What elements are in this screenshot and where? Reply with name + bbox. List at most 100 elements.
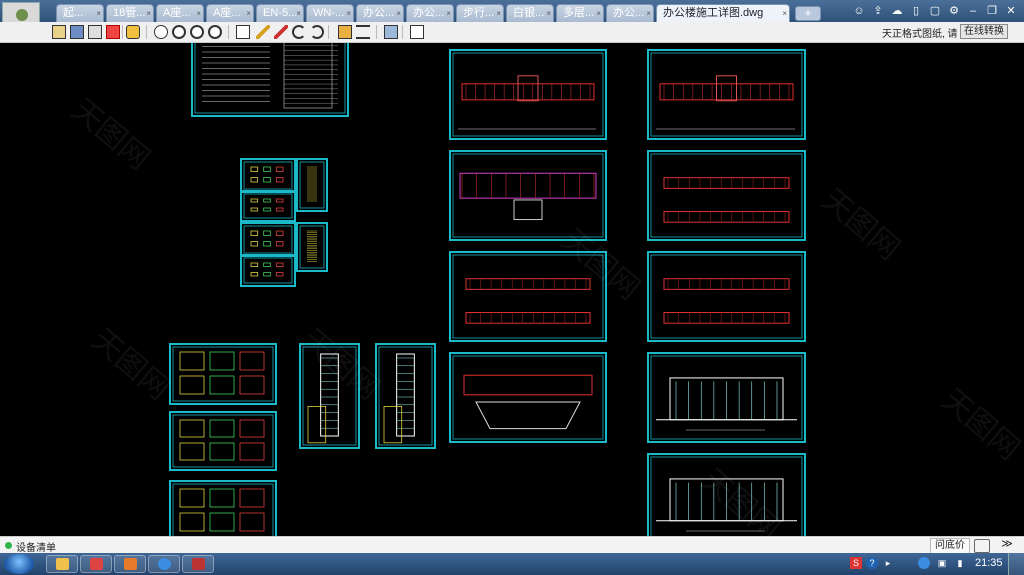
tab-10[interactable]: 白银... × — [506, 4, 554, 22]
tab-3[interactable]: A座... × — [156, 4, 204, 22]
toolbar-separator — [376, 25, 377, 39]
pan-icon[interactable] — [154, 25, 168, 39]
tab-close-icon[interactable]: × — [546, 5, 551, 22]
detail-block — [209, 488, 235, 508]
taskbar-books[interactable] — [182, 555, 214, 573]
sheet-inner-frame — [378, 346, 433, 446]
detail-block — [250, 166, 259, 172]
minimize-icon[interactable]: – — [966, 4, 980, 18]
sheet-inner-frame — [452, 355, 604, 440]
detail-block — [179, 512, 205, 532]
undo-icon[interactable] — [292, 25, 306, 39]
watermark-text: 天图网 — [85, 322, 176, 407]
text-icon[interactable] — [236, 25, 250, 39]
taskbar-explorer[interactable] — [46, 555, 78, 573]
core-block — [716, 75, 737, 102]
tab-11[interactable]: 多层... × — [556, 4, 604, 22]
detail-block — [239, 442, 265, 461]
roof-outline — [475, 401, 581, 430]
properties-icon[interactable] — [410, 25, 424, 39]
taskbar-app[interactable] — [148, 555, 180, 573]
drawing-svg: 天图网天图网天图网 天图网天图网天图网天图网 — [65, 43, 1024, 536]
settings-icon[interactable]: ⚙ — [947, 4, 961, 18]
floor-plan-outline — [663, 312, 790, 324]
tab-4[interactable]: A座... × — [206, 4, 254, 22]
tab-close-icon[interactable]: × — [196, 5, 201, 22]
ask-price-button[interactable]: 问底价 — [930, 538, 970, 554]
tab-1[interactable]: 起... × — [56, 4, 104, 22]
toolbar-separator — [228, 25, 229, 39]
tab-close-icon[interactable]: × — [346, 5, 351, 22]
tab-active[interactable]: 办公楼施工详图.dwg × — [656, 4, 790, 23]
tab-9[interactable]: 步行... × — [456, 4, 504, 22]
more-button[interactable]: ≫ — [996, 538, 1018, 552]
toolbar-separator — [402, 25, 403, 39]
measure-icon[interactable] — [338, 25, 352, 39]
pdf-icon[interactable] — [106, 25, 120, 39]
tab-close-icon[interactable]: × — [496, 5, 501, 22]
chat-icon[interactable] — [974, 539, 990, 553]
start-button[interactable] — [4, 554, 34, 574]
close-icon[interactable]: ✕ — [1004, 4, 1018, 18]
phone-icon[interactable]: ▯ — [909, 4, 923, 18]
network-icon[interactable]: ▮ — [954, 557, 966, 569]
open-icon[interactable] — [52, 25, 66, 39]
help-icon[interactable]: ? — [866, 557, 878, 569]
podium-block — [307, 405, 327, 444]
save-icon[interactable] — [70, 25, 84, 39]
detail-block — [209, 375, 235, 395]
tray-app-icon[interactable] — [918, 557, 930, 569]
watermark-text: 天图网 — [65, 92, 156, 177]
window-icon[interactable]: ▢ — [928, 4, 942, 18]
restore-icon[interactable]: ❐ — [985, 4, 999, 18]
sheet-inner-frame — [172, 346, 274, 402]
show-desktop-button[interactable] — [1008, 553, 1024, 575]
redo-icon[interactable] — [310, 25, 324, 39]
lock-icon[interactable] — [126, 25, 140, 39]
taskbar-user[interactable] — [80, 555, 112, 573]
tab-close-icon[interactable]: × — [596, 5, 601, 22]
convert-online-button[interactable]: 在线转换 — [960, 24, 1008, 39]
tab-close-icon[interactable]: × — [782, 5, 787, 22]
tab-close-icon[interactable]: × — [246, 5, 251, 22]
tab-close-icon[interactable]: × — [96, 5, 101, 22]
tab-12[interactable]: 办公... × — [606, 4, 654, 22]
tab-5[interactable]: EN-5... × — [256, 4, 304, 22]
status-text[interactable]: 设备清单 — [16, 539, 56, 554]
app-icon — [158, 558, 171, 570]
tab-close-icon[interactable]: × — [396, 5, 401, 22]
print-icon[interactable] — [88, 25, 102, 39]
zoom-in-icon[interactable] — [172, 25, 186, 39]
device-icon[interactable]: ▣ — [936, 557, 948, 569]
tab-2[interactable]: 18管... × — [106, 4, 154, 22]
tab-close-icon[interactable]: × — [296, 5, 301, 22]
ime-icon[interactable]: S — [850, 557, 862, 569]
clock[interactable]: 21:35 — [975, 557, 1003, 569]
new-tab-button[interactable]: + — [795, 6, 821, 21]
highlighter-icon[interactable] — [274, 25, 288, 39]
tab-close-icon[interactable]: × — [146, 5, 151, 22]
detail-block — [239, 375, 265, 395]
drawing-canvas[interactable]: 天图网 天图网 天图网 天图网 天图网 天图网 天图网 — [0, 43, 1024, 536]
zoom-extents-icon[interactable] — [208, 25, 222, 39]
tab-label: EN-5... — [263, 7, 298, 19]
detail-block — [250, 230, 259, 236]
distance-icon[interactable] — [356, 25, 370, 39]
users-icon[interactable]: ☺ — [852, 4, 866, 18]
tab-8[interactable]: 办公... × — [406, 4, 454, 22]
sheet-inner-frame — [243, 161, 293, 190]
zoom-window-icon[interactable] — [190, 25, 204, 39]
tab-close-icon[interactable]: × — [646, 5, 651, 22]
tray-arrow-icon[interactable]: ▸ — [882, 557, 894, 569]
tab-7[interactable]: 办公... × — [356, 4, 404, 22]
cloud-icon[interactable]: ☁ — [890, 4, 904, 18]
share-icon[interactable]: ⇪ — [871, 4, 885, 18]
taskbar-paint[interactable] — [114, 555, 146, 573]
pencil-icon[interactable] — [256, 25, 270, 39]
tab-6[interactable]: WN-... × — [306, 4, 354, 22]
layers-icon[interactable] — [384, 25, 398, 39]
tab-close-icon[interactable]: × — [446, 5, 451, 22]
sheet-inner-frame — [172, 414, 274, 468]
floor-plan-outline — [663, 278, 790, 290]
detail-block — [250, 177, 259, 183]
